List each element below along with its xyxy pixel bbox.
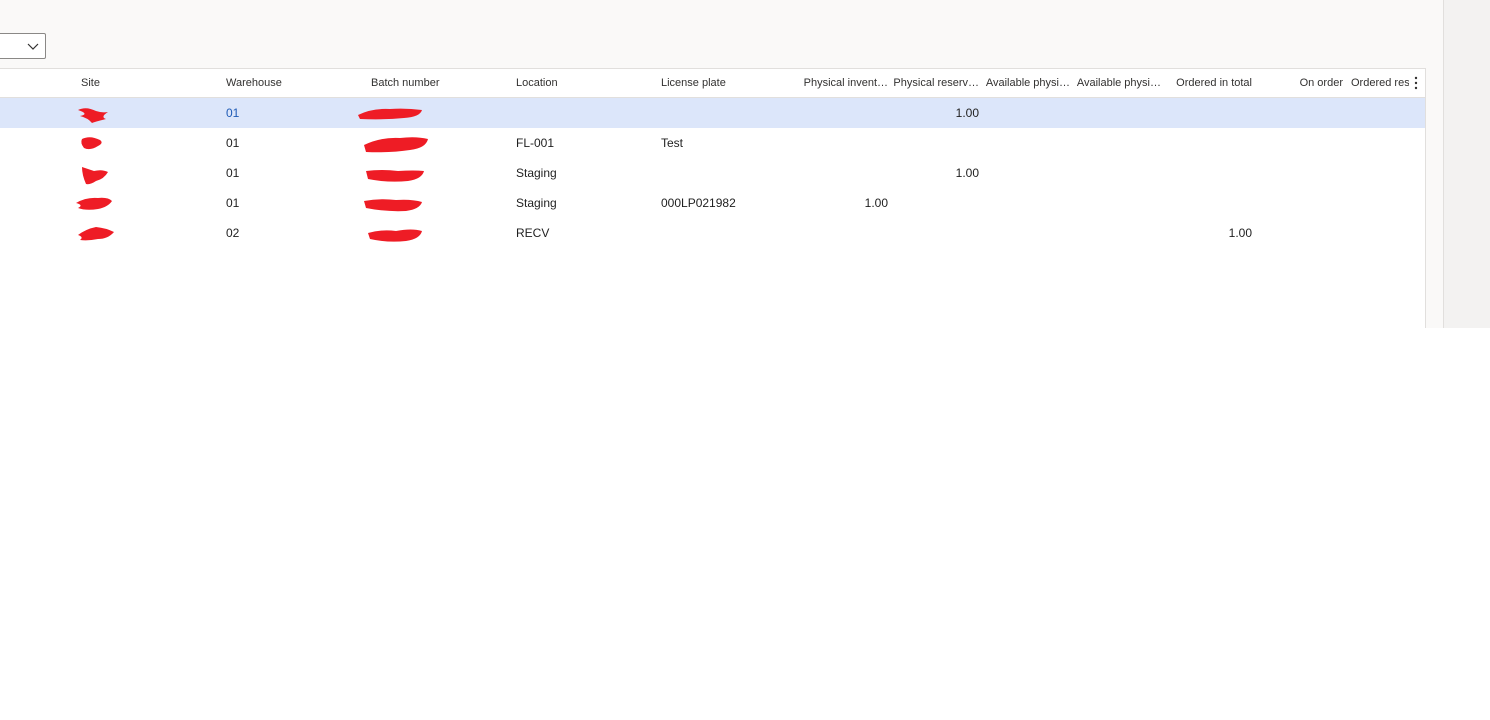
right-side-panel <box>1443 0 1490 328</box>
location-cell: RECV <box>516 226 550 240</box>
table-row[interactable]: 01 FL-001 Test <box>0 128 1425 158</box>
column-header-physical-inventory[interactable]: Physical invent… <box>800 77 888 89</box>
table-row[interactable]: 01 Staging 1.00 <box>0 158 1425 188</box>
column-header-license-plate[interactable]: License plate <box>661 77 781 89</box>
license-plate-cell: 000LP021982 <box>661 196 736 210</box>
license-plate-cell: Test <box>661 136 684 150</box>
column-header-physical-reserved[interactable]: Physical reserv… <box>891 77 979 89</box>
warehouse-cell[interactable]: 02 <box>226 226 239 240</box>
column-header-ordered-in-total[interactable]: Ordered in total <box>1164 77 1252 89</box>
column-header-location[interactable]: Location <box>516 77 636 89</box>
column-header-warehouse[interactable]: Warehouse <box>226 77 346 89</box>
warehouse-cell[interactable]: 01 <box>226 136 239 150</box>
location-cell: Staging <box>516 166 557 180</box>
warehouse-cell[interactable]: 01 <box>226 166 239 180</box>
site-redaction-mark <box>78 227 114 241</box>
column-header-batch-number[interactable]: Batch number <box>371 77 491 89</box>
site-redaction-mark <box>76 197 112 210</box>
table-row[interactable]: 01 1.00 <box>0 98 1425 128</box>
location-cell: Staging <box>516 196 557 210</box>
filter-dropdown[interactable] <box>0 33 46 59</box>
physical-reserved-cell: 1.00 <box>955 106 979 120</box>
grid-header: Site Warehouse Batch number Location Lic… <box>0 69 1425 98</box>
table-row[interactable]: 01 Staging 000LP021982 1.00 <box>0 188 1425 218</box>
column-header-site[interactable]: Site <box>81 77 201 89</box>
warehouse-cell[interactable]: 01 <box>226 106 239 120</box>
column-header-on-order[interactable]: On order <box>1258 77 1343 89</box>
batch-redaction-mark <box>364 137 428 153</box>
location-cell: FL-001 <box>516 136 555 150</box>
batch-redaction-mark <box>366 170 424 182</box>
ordered-in-total-cell: 1.00 <box>1228 226 1252 240</box>
warehouse-cell[interactable]: 01 <box>226 196 239 210</box>
column-header-available-physical-2[interactable]: Available physi… <box>1073 77 1161 89</box>
site-redaction-mark <box>82 167 108 185</box>
batch-redaction-mark <box>368 229 422 242</box>
physical-reserved-cell: 1.00 <box>955 166 979 180</box>
chevron-down-icon <box>27 43 39 50</box>
physical-inventory-cell: 1.00 <box>864 196 888 210</box>
more-vertical-icon[interactable] <box>1410 75 1422 91</box>
inventory-grid: Site Warehouse Batch number Location Lic… <box>0 68 1426 328</box>
batch-redaction-mark <box>364 199 422 212</box>
batch-redaction-mark <box>358 108 422 120</box>
column-header-available-physical[interactable]: Available physi… <box>982 77 1070 89</box>
column-header-ordered-reserved[interactable]: Ordered res <box>1351 77 1409 89</box>
site-redaction-mark <box>81 137 102 150</box>
table-row[interactable]: 02 RECV 1.00 <box>0 218 1425 248</box>
main-content: Site Warehouse Batch number Location Lic… <box>0 0 1444 328</box>
site-redaction-mark <box>78 108 108 123</box>
